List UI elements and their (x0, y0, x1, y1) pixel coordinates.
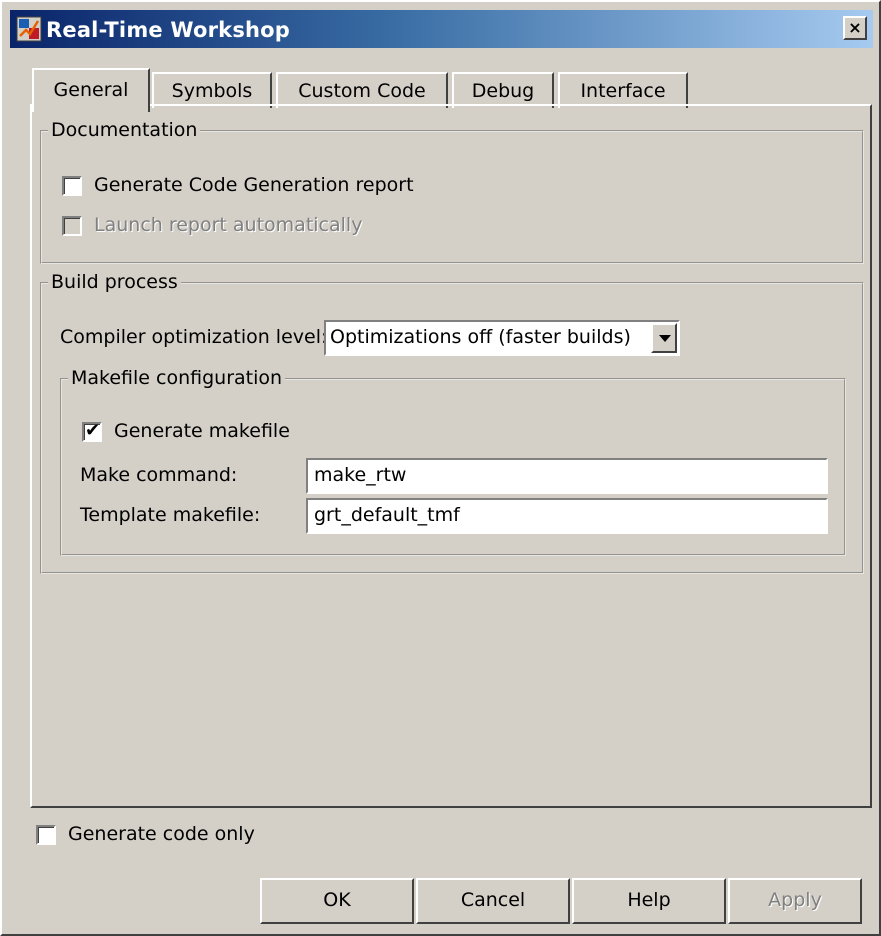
tab-label: Custom Code (298, 80, 426, 102)
tab-custom-code[interactable]: Custom Code (276, 72, 448, 108)
optimization-label: Compiler optimization level: (60, 326, 328, 348)
optimization-value: Optimizations off (faster builds) (330, 326, 631, 348)
build-process-title: Build process (48, 270, 181, 294)
chevron-down-icon[interactable] (651, 323, 677, 353)
generate-report-label[interactable]: Generate Code Generation report (94, 174, 414, 196)
tab-panel-general: Documentation Generate Code Generation r… (30, 104, 872, 808)
template-makefile-input[interactable]: grt_default_tmf (306, 498, 828, 534)
launch-report-checkbox (62, 216, 82, 236)
make-command-input[interactable]: make_rtw (306, 458, 828, 494)
cancel-button[interactable]: Cancel (416, 878, 570, 924)
build-process-group: Build process Compiler optimization leve… (40, 270, 864, 574)
optimization-select[interactable]: Optimizations off (faster builds) (324, 320, 680, 356)
help-label: Help (627, 889, 671, 911)
window-title: Real-Time Workshop (46, 18, 291, 42)
tab-debug[interactable]: Debug (452, 72, 554, 108)
generate-code-only-label[interactable]: Generate code only (68, 823, 255, 845)
simulink-icon (16, 16, 42, 42)
check-icon: ✔ (85, 420, 101, 441)
generate-report-checkbox[interactable] (62, 176, 82, 196)
makefile-title: Makefile configuration (68, 366, 286, 390)
generate-makefile-label[interactable]: Generate makefile (114, 420, 290, 442)
documentation-title: Documentation (48, 118, 201, 142)
close-icon: × (848, 18, 862, 37)
tab-symbols[interactable]: Symbols (152, 72, 272, 108)
tab-label: General (53, 79, 129, 101)
makefile-group: Makefile configuration ✔ Generate makefi… (60, 366, 846, 556)
cancel-label: Cancel (460, 889, 526, 911)
dialog-window: Real-Time Workshop × General Symbols Cus… (0, 0, 881, 936)
help-button[interactable]: Help (572, 878, 726, 924)
ok-label: OK (323, 889, 351, 911)
documentation-group: Documentation Generate Code Generation r… (40, 118, 864, 264)
close-button[interactable]: × (843, 16, 867, 40)
apply-label: Apply (768, 889, 822, 911)
apply-button: Apply (728, 878, 862, 924)
make-command-label: Make command: (80, 464, 238, 486)
tab-label: Interface (580, 80, 666, 102)
tab-general[interactable]: General (32, 68, 150, 112)
launch-report-label: Launch report automatically (94, 214, 363, 236)
title-bar[interactable]: Real-Time Workshop × (10, 10, 873, 48)
tab-label: Debug (471, 80, 535, 102)
template-makefile-label: Template makefile: (80, 504, 261, 526)
tab-interface[interactable]: Interface (558, 72, 688, 108)
tab-label: Symbols (171, 80, 253, 102)
generate-code-only-checkbox[interactable] (36, 825, 56, 845)
generate-makefile-checkbox[interactable]: ✔ (82, 420, 102, 442)
ok-button[interactable]: OK (260, 878, 414, 924)
